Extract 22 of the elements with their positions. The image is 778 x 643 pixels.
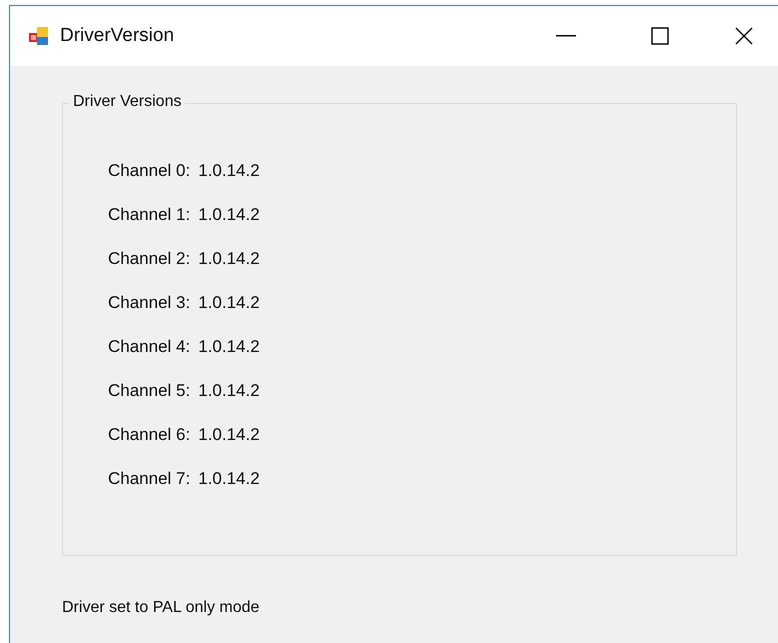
version-value: 1.0.14.2	[198, 249, 260, 269]
minimize-icon	[556, 35, 576, 37]
channel-label: Channel 5:	[108, 381, 190, 401]
version-value: 1.0.14.2	[198, 381, 260, 401]
version-value: 1.0.14.2	[198, 337, 260, 357]
channel-label: Channel 1:	[108, 205, 190, 225]
version-value: 1.0.14.2	[198, 205, 260, 225]
version-value: 1.0.14.2	[198, 425, 260, 445]
version-value: 1.0.14.2	[198, 293, 260, 313]
channel-label: Channel 0:	[108, 161, 190, 181]
maximize-icon	[651, 27, 669, 45]
channel-label: Channel 2:	[108, 249, 190, 269]
channel-label: Channel 4:	[108, 337, 190, 357]
close-icon	[735, 27, 753, 45]
channel-label: Channel 7:	[108, 469, 190, 489]
channel-label: Channel 3:	[108, 293, 190, 313]
app-icon	[28, 25, 50, 47]
channel-label: Channel 6:	[108, 425, 190, 445]
version-value: 1.0.14.2	[198, 161, 260, 181]
version-value: 1.0.14.2	[198, 469, 260, 489]
window-title: DriverVersion	[60, 25, 176, 47]
status-text: Driver set to PAL only mode	[62, 599, 260, 617]
